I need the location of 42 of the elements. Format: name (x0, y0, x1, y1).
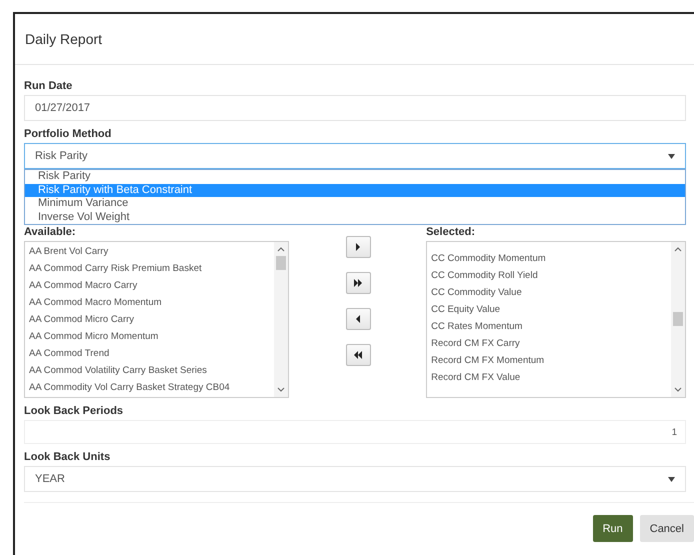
list-item[interactable]: AA Commod Micro Carry (29, 311, 270, 328)
method-dropdown[interactable]: Risk Parity (24, 143, 686, 169)
list-item[interactable]: AA Commod Macro Momentum (29, 294, 270, 311)
dropdown-arrow-icon (668, 476, 675, 482)
cancel-button[interactable]: Cancel (640, 515, 694, 542)
list-item[interactable]: AA Commodity Vol Carry Basket Strategy CB04 (29, 379, 270, 396)
list-item[interactable]: AA Brent Vol Carry (29, 243, 270, 260)
run-button[interactable]: Run (592, 515, 633, 542)
field-label: Portfolio Method (24, 127, 112, 142)
move-button[interactable] (346, 344, 371, 366)
field-label: Look Back Units (24, 450, 112, 465)
scrollbar[interactable] (274, 242, 288, 397)
list-item[interactable]: CC Commodity Momentum (431, 250, 667, 267)
field-label: Look Back Periods (24, 404, 124, 419)
list-item[interactable]: Record CM FX Momentum (431, 352, 667, 369)
move-button[interactable] (346, 236, 371, 258)
list-label: Available: (24, 225, 77, 240)
number-field[interactable]: 1 (24, 420, 686, 444)
double-left-triangle-icon (354, 350, 363, 360)
list-item[interactable]: AA Commod Carry Risk Premium Basket (29, 260, 270, 277)
list-item[interactable]: AA Commod Micro Momentum (29, 328, 270, 345)
list-item[interactable]: AA Commod Volatility Carry Basket Series (29, 362, 270, 379)
list-item[interactable]: CC Commodity Roll Yield (431, 267, 667, 284)
list-item[interactable]: AA Commod Macro Carry (29, 277, 270, 294)
list-item[interactable]: Record CM FX Value (431, 369, 667, 386)
units-dropdown[interactable]: YEAR (24, 466, 686, 492)
field-label: Run Date (24, 79, 74, 94)
date-field[interactable]: 01/27/2017 (24, 95, 686, 121)
list-item[interactable]: CC Equity Value (431, 301, 667, 318)
move-button[interactable] (346, 272, 371, 294)
scrollbar[interactable] (670, 242, 685, 397)
dialog-title: Daily Report (25, 31, 102, 47)
right-triangle-icon (356, 242, 361, 252)
left-triangle-icon (356, 314, 361, 324)
dropdown-arrow-icon (668, 154, 675, 158)
list-item[interactable]: CC Commodity Value (431, 284, 667, 301)
move-button[interactable] (346, 308, 371, 330)
list-label: Selected: (426, 225, 476, 240)
double-right-triangle-icon (354, 278, 363, 288)
list-item[interactable]: Record CM FX Carry (431, 335, 667, 352)
list-item[interactable]: AA Commod Trend (29, 345, 270, 362)
list-item[interactable]: CC Rates Momentum (431, 318, 667, 335)
